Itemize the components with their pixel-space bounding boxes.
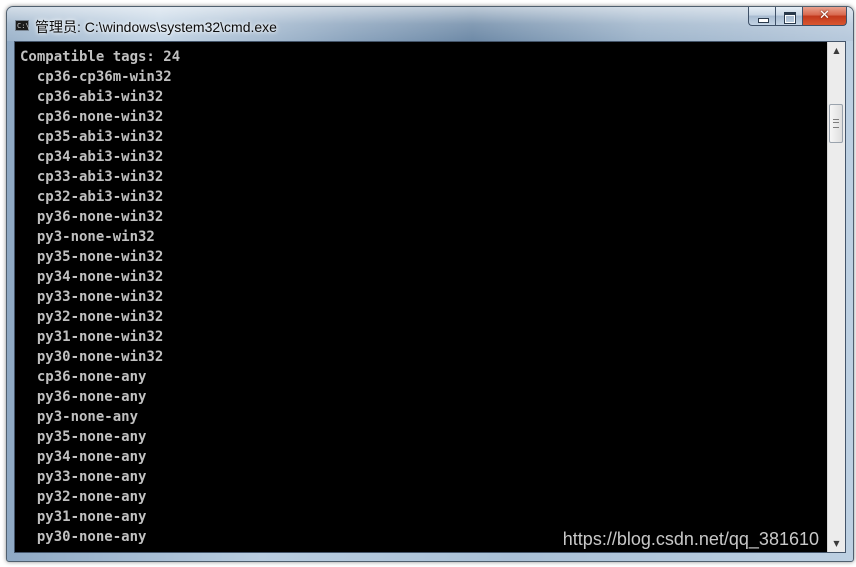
grip-icon [833, 119, 839, 128]
console-line: py35-none-any [20, 429, 147, 445]
window-title: 管理员: C:\windows\system32\cmd.exe [35, 19, 277, 35]
console-line: py32-none-any [20, 489, 147, 505]
caption-buttons: ✕ [748, 7, 847, 27]
console-line: py3-none-any [20, 409, 139, 425]
title-bar[interactable]: C:\ 管理员: C:\windows\system32\cmd.exe ✕ [7, 7, 853, 41]
console-line: cp33-abi3-win32 [20, 169, 164, 185]
console-line: py33-none-any [20, 469, 147, 485]
scroll-down-icon[interactable]: ▼ [828, 535, 845, 552]
console-line: py34-none-win32 [20, 269, 164, 285]
console-line: cp36-cp36m-win32 [20, 69, 172, 85]
console-line: py32-none-win32 [20, 309, 164, 325]
scrollbar-thumb[interactable] [829, 104, 843, 143]
maximize-icon [784, 12, 796, 24]
minimize-icon [758, 18, 769, 23]
console-line: cp35-abi3-win32 [20, 129, 164, 145]
minimize-button[interactable] [748, 7, 775, 26]
vertical-scrollbar[interactable]: ▲ ▼ [827, 42, 845, 552]
close-button[interactable]: ✕ [802, 7, 847, 26]
console-line: cp36-abi3-win32 [20, 89, 164, 105]
scroll-up-icon[interactable]: ▲ [828, 42, 845, 59]
watermark-text: https://blog.csdn.net/qq_381610 [562, 529, 819, 549]
console-header-line: Compatible tags: 24 [20, 49, 181, 65]
console-output[interactable]: Compatible tags: 24 cp36-cp36m-win32 cp3… [15, 42, 827, 552]
console-line: cp32-abi3-win32 [20, 189, 164, 205]
console-line: py36-none-any [20, 389, 147, 405]
console-line: py33-none-win32 [20, 289, 164, 305]
console-line: py36-none-win32 [20, 209, 164, 225]
cmd-console-icon[interactable]: C:\ [15, 20, 30, 31]
maximize-button[interactable] [775, 7, 802, 26]
console-line: py3-none-win32 [20, 229, 155, 245]
console-line: py31-none-win32 [20, 329, 164, 345]
console-line: py34-none-any [20, 449, 147, 465]
console-line: py30-none-win32 [20, 349, 164, 365]
cmd-window: C:\ 管理员: C:\windows\system32\cmd.exe ✕ C… [6, 6, 854, 562]
console-line: cp36-none-win32 [20, 109, 164, 125]
console-line: py35-none-win32 [20, 249, 164, 265]
close-icon: ✕ [819, 8, 830, 23]
console-line: cp34-abi3-win32 [20, 149, 164, 165]
console-area[interactable]: Compatible tags: 24 cp36-cp36m-win32 cp3… [14, 41, 846, 553]
console-line: py31-none-any [20, 509, 147, 525]
console-line: cp36-none-any [20, 369, 147, 385]
